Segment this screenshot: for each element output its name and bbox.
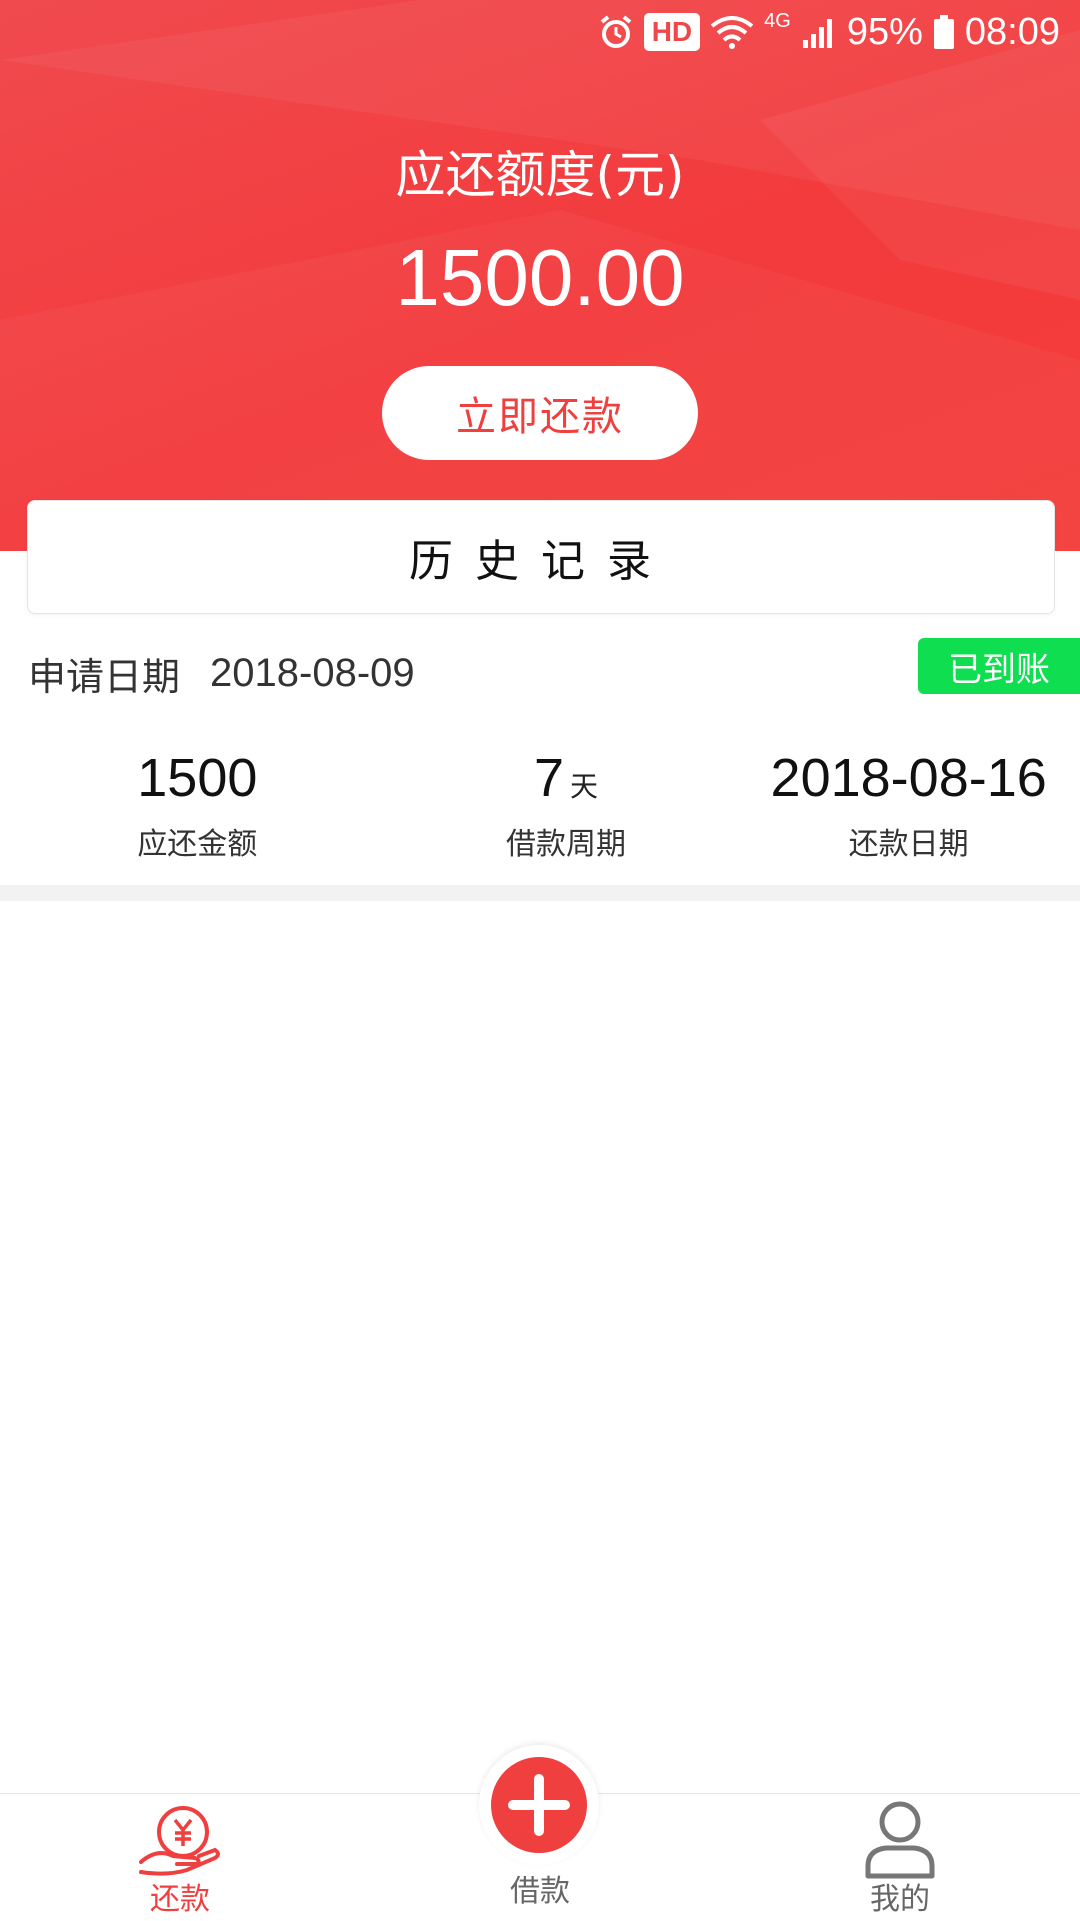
apply-date-value: 2018-08-09 [210, 650, 415, 695]
network-type: 4G [764, 10, 791, 32]
loan-record[interactable]: 申请日期 2018-08-09 已到账 1500 应还金额 7天 借款周期 20… [0, 630, 1080, 885]
stat-label: 还款日期 [848, 827, 969, 862]
stat-label: 借款周期 [505, 827, 626, 862]
history-records-button[interactable]: 历史记录 [27, 500, 1055, 614]
header-banner: HD 4G 95% 08:09 应还额度(元) 1500.00 立即还款 [0, 0, 1080, 551]
apply-date-label: 申请日期 [28, 654, 181, 699]
tab-mine[interactable]: 我的 [800, 1794, 1000, 1921]
stat-label: 应还金额 [137, 827, 258, 862]
stat-repay-date: 2018-08-16 还款日期 [737, 745, 1080, 863]
hand-coin-icon [139, 1806, 220, 1876]
stat-loan-period: 7天 借款周期 [395, 745, 738, 863]
stat-amount-due: 1500 应还金额 [0, 745, 395, 863]
amount-title: 应还额度(元) [395, 146, 685, 204]
status-badge: 已到账 [918, 638, 1080, 694]
tab-label: 借款 [510, 1874, 570, 1909]
tab-label: 我的 [870, 1882, 930, 1917]
apply-date-row: 申请日期 2018-08-09 [28, 638, 415, 708]
alarm-icon [600, 15, 631, 48]
battery-percent: 95% [846, 10, 923, 53]
plus-icon [508, 1774, 570, 1836]
section-divider [0, 885, 1080, 901]
amount-value: 1500.00 [395, 233, 685, 322]
repay-now-button[interactable]: 立即还款 [382, 366, 698, 460]
status-bar: HD 4G 95% 08:09 [0, 0, 1080, 64]
stat-value: 2018-08-16 [770, 748, 1047, 808]
hd-badge: HD [643, 13, 701, 51]
wifi-icon [710, 16, 754, 49]
record-stats: 1500 应还金额 7天 借款周期 2018-08-16 还款日期 [0, 745, 1080, 863]
battery-icon [933, 15, 954, 49]
user-icon [865, 1801, 935, 1879]
signal-icon [802, 19, 832, 48]
stat-value: 7 [533, 748, 564, 808]
stat-unit: 天 [570, 771, 599, 802]
tab-repay[interactable]: 还款 [80, 1794, 280, 1921]
borrow-fab-button[interactable] [491, 1757, 587, 1853]
stat-value: 1500 [137, 748, 258, 808]
clock: 08:09 [964, 10, 1060, 53]
tab-label: 还款 [150, 1882, 210, 1917]
